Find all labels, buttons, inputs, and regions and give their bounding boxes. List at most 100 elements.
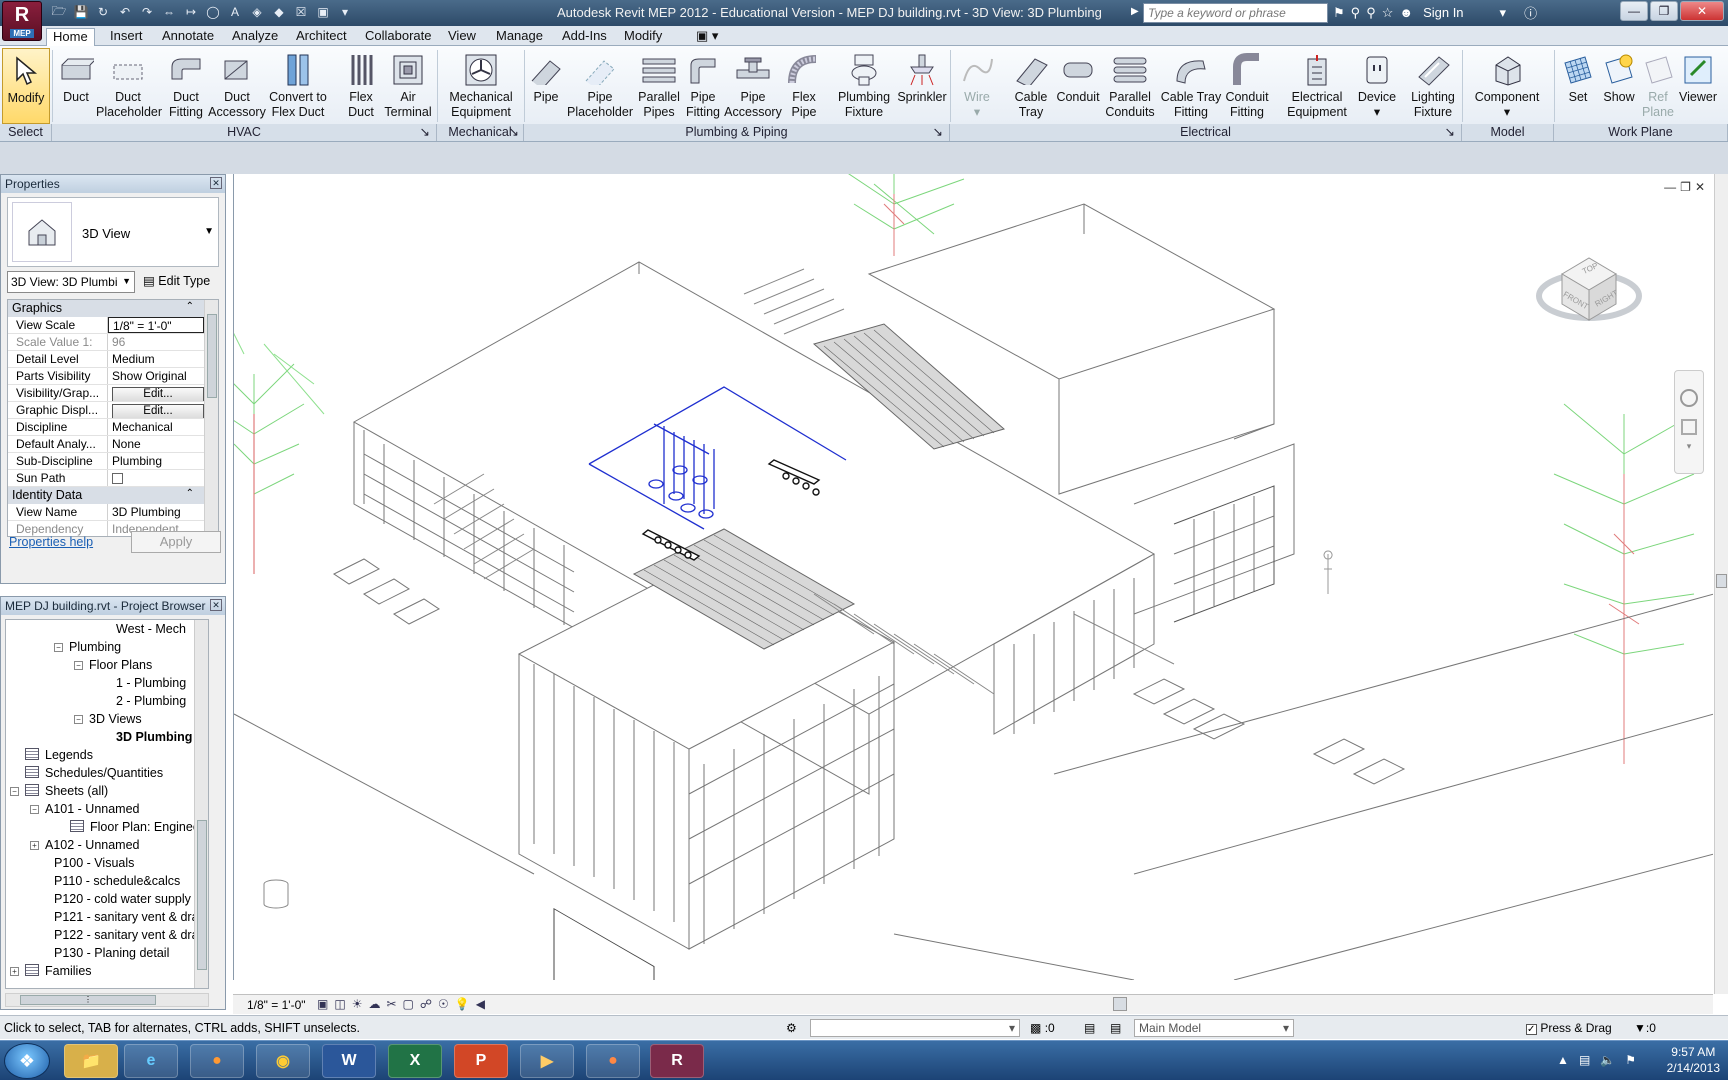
tab-annotate[interactable]: Annotate — [156, 28, 220, 46]
measure-icon[interactable]: ⇔ — [160, 3, 178, 21]
user-icon[interactable]: ☻ — [1399, 5, 1413, 20]
subscription-key-icon[interactable]: ⚲ — [1351, 5, 1361, 21]
tree-item[interactable]: −3D Views — [74, 710, 142, 728]
tree-item[interactable]: P130 - Planing detail — [54, 944, 169, 962]
tree-item[interactable]: + Families — [10, 962, 92, 980]
section-icon[interactable]: ◆ — [270, 3, 288, 21]
lock-view-icon[interactable]: ☍ — [420, 997, 432, 1011]
start-button-icon[interactable]: ❖ — [4, 1043, 50, 1079]
plumbing-fixture-button[interactable]: Plumbing Fixture — [832, 48, 896, 124]
viewcube[interactable]: TOP FRONT RIGHT — [1534, 234, 1644, 344]
view-scale-input[interactable]: 1/8" = 1'-0" — [108, 317, 204, 333]
properties-scrollbar[interactable] — [204, 300, 218, 536]
firefox-icon[interactable]: ● — [190, 1044, 244, 1078]
workset-icon[interactable]: ⚙ — [786, 1021, 797, 1035]
duct-placeholder-button[interactable]: Duct Placeholder — [96, 48, 162, 124]
3d-view-icon[interactable]: ◈ — [248, 3, 266, 21]
convert-to-flex-duct-button[interactable]: Convert to Flex Duct — [266, 48, 330, 124]
viewer-button[interactable]: Viewer — [1676, 48, 1720, 124]
scroll-left-icon[interactable]: ◀ — [476, 997, 485, 1011]
group-header-graphics[interactable]: Graphics ⌃ — [8, 300, 218, 317]
tree-item[interactable]: West - Mech — [116, 620, 186, 638]
network-icon[interactable]: ▤ — [1579, 1053, 1590, 1067]
property-row[interactable]: Discipline Mechanical — [8, 419, 218, 436]
editable-only-icon[interactable]: ▤ — [1084, 1021, 1095, 1035]
volume-icon[interactable]: 🔈 — [1600, 1053, 1615, 1067]
collapse-icon[interactable]: ⌃ — [186, 488, 194, 499]
expand-icon[interactable]: + — [30, 841, 39, 850]
revit-taskbar-icon[interactable]: R — [650, 1044, 704, 1078]
pipe-accessory-button[interactable]: Pipe Accessory — [724, 48, 782, 124]
cable-tray-fitting-button[interactable]: Cable Tray Fitting — [1160, 48, 1222, 124]
panel-label-select[interactable]: Select — [0, 124, 52, 141]
sign-in-dropdown-icon[interactable]: ▾ — [1500, 5, 1507, 21]
powerpoint-icon[interactable]: P — [454, 1044, 508, 1078]
pipe-fitting-button[interactable]: Pipe Fitting — [682, 48, 724, 124]
tab-insert[interactable]: Insert — [104, 28, 149, 46]
tree-item[interactable]: P100 - Visuals — [54, 854, 134, 872]
tab-home[interactable]: Home — [46, 28, 95, 46]
collapse-icon[interactable]: − — [10, 787, 19, 796]
edit-type-button[interactable]: ▤ Edit Type — [143, 273, 210, 288]
graphic-display-edit-button[interactable]: Edit... — [112, 404, 204, 418]
ribbon-minimize-icon[interactable]: ▣ ▾ — [690, 28, 724, 46]
property-row[interactable]: Default Analy... None — [8, 436, 218, 453]
panel-label-mechanical[interactable]: Mechanical ↘ — [437, 124, 524, 141]
panel-label-work-plane[interactable]: Work Plane — [1554, 124, 1728, 141]
collapse-icon[interactable]: ⌃ — [186, 301, 194, 312]
panel-label-model[interactable]: Model — [1462, 124, 1554, 141]
sun-path-checkbox[interactable] — [112, 473, 123, 484]
lighting-fixture-button[interactable]: Lighting Fixture — [1398, 48, 1468, 124]
tab-view[interactable]: View — [442, 28, 482, 46]
expand-icon[interactable]: + — [10, 967, 19, 976]
tree-item[interactable]: P120 - cold water supply pla — [54, 890, 208, 908]
browser-scrollbar[interactable] — [194, 620, 208, 988]
mechanical-equipment-button[interactable]: Mechanical Equipment — [440, 48, 522, 124]
properties-help-link[interactable]: Properties help — [9, 535, 93, 549]
tree-item[interactable]: P110 - schedule&calcs — [54, 872, 180, 890]
browser-horizontal-scrollbar[interactable]: ⋮ — [5, 993, 209, 1007]
view-horizontal-scroll-thumb[interactable] — [1113, 997, 1127, 1011]
excel-icon[interactable]: X — [388, 1044, 442, 1078]
crop-view-icon[interactable]: ✂ — [386, 997, 396, 1011]
type-selector[interactable]: 3D View ▼ — [7, 197, 219, 267]
visual-style-icon[interactable]: ◫ — [334, 997, 345, 1011]
modify-tool-button[interactable]: Modify — [2, 48, 50, 124]
media-app-icon[interactable]: ● — [586, 1044, 640, 1078]
zoom-icon[interactable] — [1681, 419, 1697, 435]
explorer-icon[interactable]: 📁 — [64, 1044, 118, 1078]
tree-item[interactable]: + A102 - Unnamed — [30, 836, 140, 854]
minimize-icon[interactable]: — — [1620, 1, 1648, 21]
tree-item[interactable]: Legends — [10, 746, 93, 764]
flag-icon[interactable]: ⚑ — [1625, 1053, 1636, 1067]
chevron-down-icon[interactable]: ▼ — [204, 226, 214, 237]
binoculars-icon[interactable]: ⚑ — [1333, 5, 1345, 21]
apply-button[interactable]: Apply — [131, 531, 221, 553]
parallel-pipes-button[interactable]: Parallel Pipes — [634, 48, 684, 124]
steering-wheel-icon[interactable] — [1680, 389, 1698, 407]
view-scale-label[interactable]: 1/8" = 1'-0" — [247, 998, 306, 1012]
clock[interactable]: 9:57 AM 2/14/2013 — [1667, 1044, 1720, 1076]
panel-launcher-icon[interactable]: ↘ — [1445, 124, 1455, 141]
tab-modify[interactable]: Modify — [618, 28, 668, 46]
close-icon[interactable]: ✕ — [210, 599, 222, 611]
pipe-button[interactable]: Pipe — [527, 48, 565, 124]
property-row[interactable]: View Scale 1/8" = 1'-0" — [8, 317, 218, 334]
tab-analyze[interactable]: Analyze — [226, 28, 284, 46]
panel-label-hvac[interactable]: HVAC ↘ — [52, 124, 437, 141]
tree-item[interactable]: Floor Plan: Engineerin — [70, 818, 208, 836]
tab-collaborate[interactable]: Collaborate — [359, 28, 438, 46]
word-icon[interactable]: W — [322, 1044, 376, 1078]
wire-button[interactable]: Wire ▾ — [955, 48, 999, 124]
tree-item[interactable]: − Sheets (all) — [10, 782, 108, 800]
tree-item[interactable]: − Floor Plans — [74, 656, 152, 674]
selection-filter[interactable]: ▼:0 — [1634, 1021, 1656, 1035]
duct-tool-button[interactable]: Duct — [55, 48, 97, 124]
electrical-equipment-button[interactable]: Electrical Equipment — [1278, 48, 1356, 124]
panel-label-plumbing-piping[interactable]: Plumbing & Piping ↘ — [524, 124, 950, 141]
ref-plane-button[interactable]: Ref Plane — [1640, 48, 1676, 124]
property-row[interactable]: Parts Visibility Show Original — [8, 368, 218, 385]
sign-in-button[interactable]: Sign In — [1423, 5, 1463, 20]
tree-item[interactable]: − Plumbing — [54, 638, 121, 656]
communication-icon[interactable]: ⚲ — [1366, 5, 1376, 21]
